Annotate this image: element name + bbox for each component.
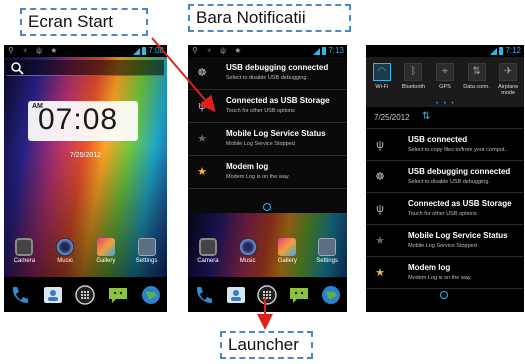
annotation-arrows — [151, 37, 273, 330]
arrow-to-notification-shade — [151, 37, 216, 113]
